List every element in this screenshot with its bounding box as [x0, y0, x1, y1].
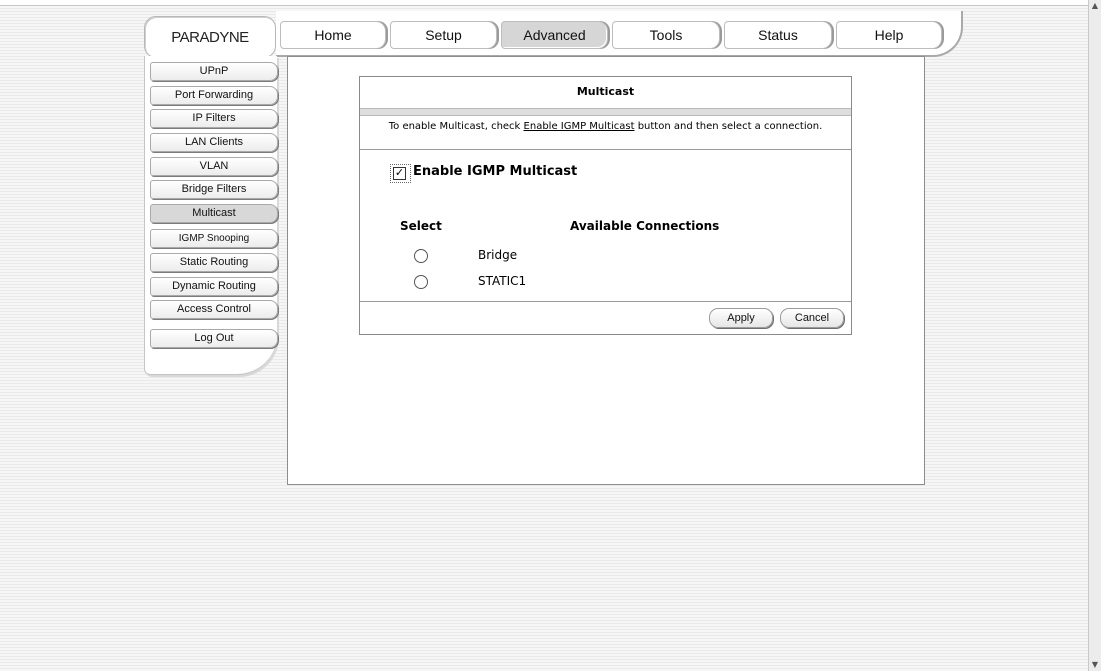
- tab-setup[interactable]: Setup: [390, 21, 497, 49]
- title-divider: [360, 108, 851, 116]
- divider: [360, 149, 851, 150]
- apply-button[interactable]: Apply: [709, 308, 773, 328]
- enable-igmp-checkbox[interactable]: ✓: [393, 167, 406, 180]
- select-column-header: Select: [400, 219, 442, 233]
- instruction-link: Enable IGMP Multicast: [523, 121, 635, 132]
- instruction-post: button and then select a connection.: [634, 121, 823, 132]
- sidebar-item-upnp[interactable]: UPnP: [150, 62, 278, 81]
- top-navigation: Home Setup Advanced Tools Status Help: [276, 11, 963, 57]
- tab-home[interactable]: Home: [280, 21, 386, 49]
- form-title: Multicast: [576, 85, 635, 98]
- radio-static1[interactable]: [414, 275, 428, 289]
- footer-divider: [360, 301, 851, 302]
- instruction-text: To enable Multicast, check Enable IGMP M…: [360, 121, 851, 133]
- enable-igmp-checkbox-focus[interactable]: ✓: [390, 164, 411, 183]
- enable-igmp-label[interactable]: Enable IGMP Multicast: [413, 163, 577, 181]
- brand-logo-tab: PARADYNE: [144, 16, 276, 58]
- vertical-scrollbar[interactable]: ▲ ▼: [1088, 0, 1101, 671]
- sidebar-item-vlan[interactable]: VLAN: [150, 157, 278, 176]
- sidebar-item-bridge-filters[interactable]: Bridge Filters: [150, 180, 278, 199]
- sidebar-item-lan-clients[interactable]: LAN Clients: [150, 133, 278, 152]
- sidebar-item-dynamic-routing[interactable]: Dynamic Routing: [150, 277, 278, 296]
- sidebar-item-igmp-snooping[interactable]: IGMP Snooping: [150, 229, 278, 248]
- sidebar-item-static-routing[interactable]: Static Routing: [150, 253, 278, 272]
- tab-tools[interactable]: Tools: [612, 21, 720, 49]
- radio-bridge[interactable]: [414, 249, 428, 263]
- sidebar-item-access-control[interactable]: Access Control: [150, 300, 278, 319]
- sidebar-item-multicast[interactable]: Multicast: [150, 204, 278, 223]
- sidebar-item-log-out[interactable]: Log Out: [150, 329, 278, 348]
- scroll-up-arrow-icon[interactable]: ▲: [1089, 0, 1101, 12]
- brand-logo: PARADYNE: [171, 29, 249, 46]
- sidebar-item-ip-filters[interactable]: IP Filters: [150, 109, 278, 128]
- tab-help[interactable]: Help: [836, 21, 942, 49]
- top-border: [0, 0, 1089, 6]
- cancel-button[interactable]: Cancel: [780, 308, 844, 328]
- connection-label-static1: STATIC1: [478, 274, 527, 288]
- sidebar-item-port-forwarding[interactable]: Port Forwarding: [150, 86, 278, 105]
- scroll-down-arrow-icon[interactable]: ▼: [1089, 659, 1101, 671]
- tab-advanced[interactable]: Advanced: [501, 21, 608, 49]
- connection-label-bridge: Bridge: [478, 248, 518, 262]
- available-connections-header: Available Connections: [570, 219, 720, 233]
- tab-status[interactable]: Status: [724, 21, 832, 49]
- instruction-pre: To enable Multicast, check: [388, 121, 524, 132]
- multicast-form: Multicast To enable Multicast, check Ena…: [359, 76, 852, 335]
